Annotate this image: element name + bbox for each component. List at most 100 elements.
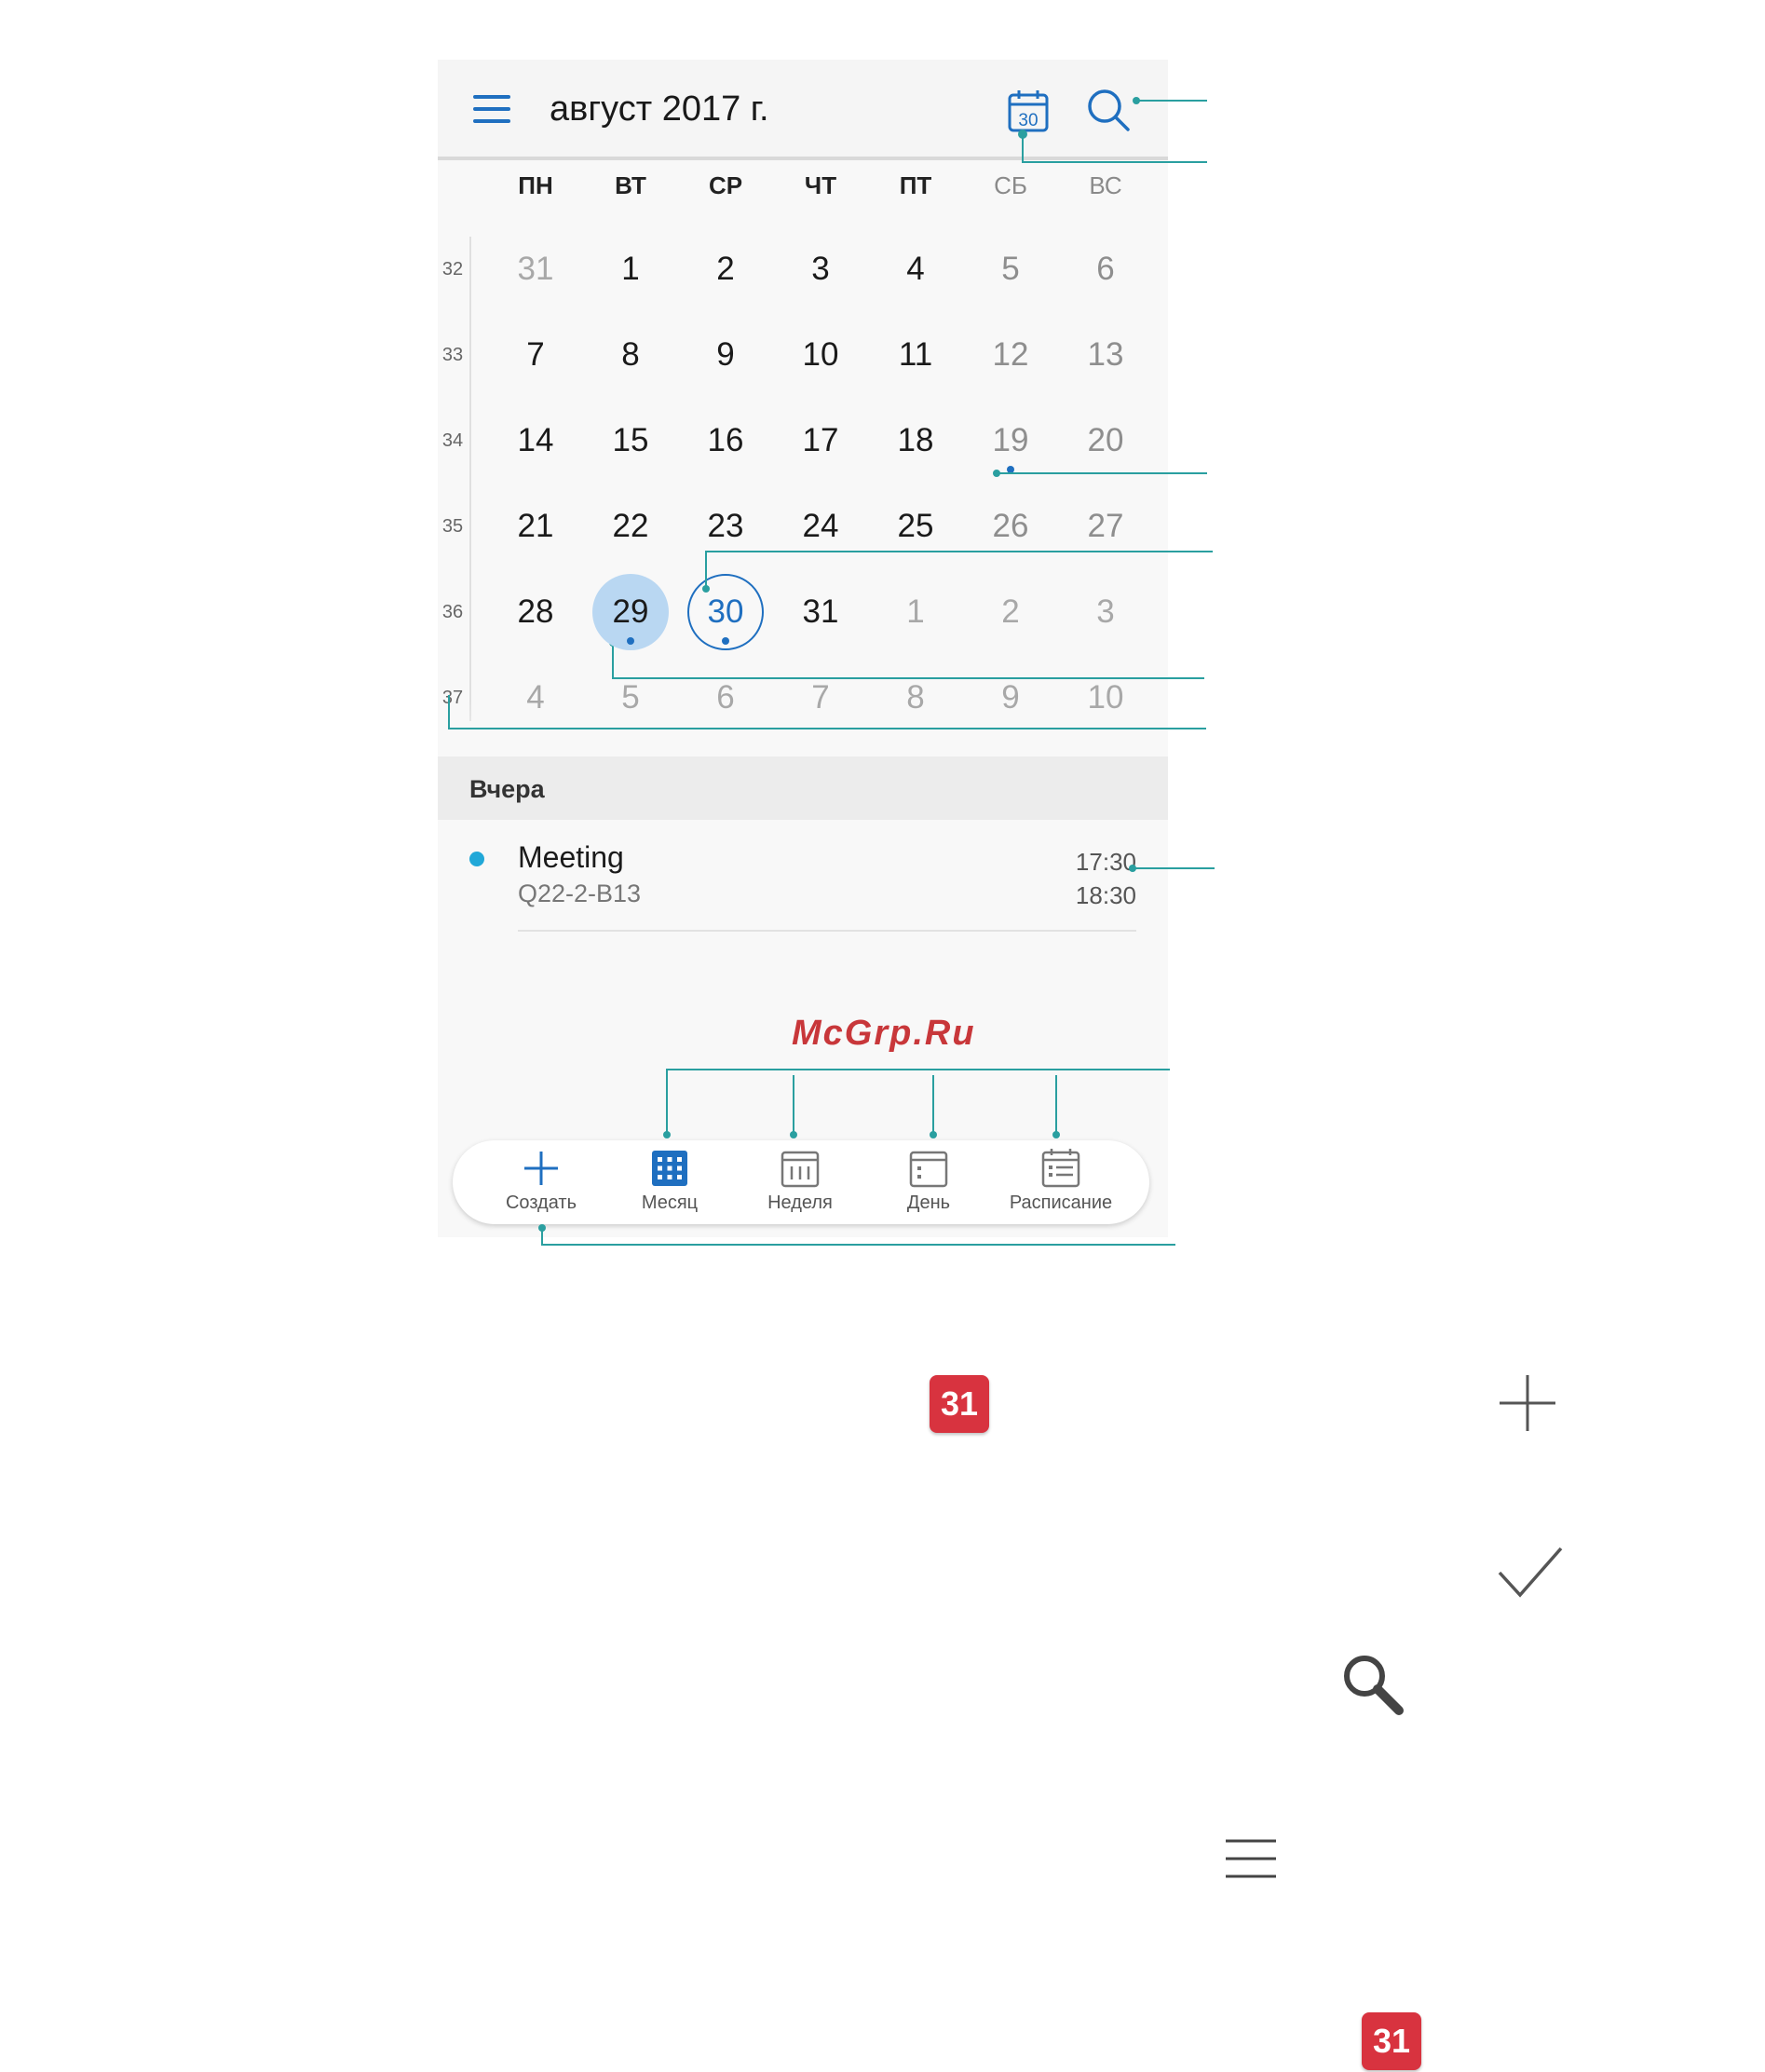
menu-icon[interactable] xyxy=(473,93,510,125)
calendar-day[interactable]: 5 xyxy=(589,656,672,740)
calendar-day[interactable]: 2 xyxy=(969,570,1052,654)
week-icon xyxy=(781,1151,820,1188)
calendar-day[interactable]: 12 xyxy=(969,313,1052,397)
day-number: 31 xyxy=(802,593,839,630)
week-number: 33 xyxy=(441,345,464,365)
event-start-time: 17:30 xyxy=(1075,848,1136,876)
calendar-day[interactable]: 25 xyxy=(874,484,957,568)
calendar-day[interactable]: 19 xyxy=(969,399,1052,483)
week-number: 37 xyxy=(441,688,464,708)
week-number: 36 xyxy=(441,602,464,622)
event-color-dot xyxy=(469,852,484,866)
calendar-day[interactable]: 10 xyxy=(1064,656,1147,740)
day-number: 18 xyxy=(897,422,934,458)
calendar-day[interactable]: 3 xyxy=(779,227,862,311)
day-number: 10 xyxy=(1087,679,1124,716)
day-icon xyxy=(909,1151,948,1188)
calendar-day[interactable]: 2 xyxy=(684,227,767,311)
calendar-day[interactable]: 7 xyxy=(494,313,577,397)
calendar-day[interactable]: 28 xyxy=(494,570,577,654)
calendar-day[interactable]: 13 xyxy=(1064,313,1147,397)
calendar-day[interactable]: 17 xyxy=(779,399,862,483)
calendar-day[interactable]: 9 xyxy=(684,313,767,397)
calendar-day[interactable]: 31 xyxy=(494,227,577,311)
calendar-day[interactable]: 4 xyxy=(494,656,577,740)
calendar-day[interactable]: 1 xyxy=(589,227,672,311)
day-number: 24 xyxy=(802,508,839,544)
calendar-day[interactable]: 22 xyxy=(589,484,672,568)
tab-label: Расписание xyxy=(1009,1193,1113,1213)
calendar-day[interactable]: 27 xyxy=(1064,484,1147,568)
calendar-day[interactable]: 8 xyxy=(589,313,672,397)
day-number: 6 xyxy=(716,679,735,716)
calendar-day[interactable]: 16 xyxy=(684,399,767,483)
calendar-day[interactable]: 11 xyxy=(874,313,957,397)
month-grid-icon xyxy=(652,1151,687,1186)
today-calendar-icon[interactable]: 30 xyxy=(1008,89,1049,132)
day-number: 19 xyxy=(992,422,1029,458)
day-number: 5 xyxy=(621,679,640,716)
tab-create[interactable]: Создать xyxy=(481,1148,602,1220)
tab-label: День xyxy=(906,1193,951,1213)
tab-day[interactable]: День xyxy=(868,1148,989,1220)
event-location: Q22-2-B13 xyxy=(518,879,642,907)
calendar-day[interactable]: 29 xyxy=(589,570,672,654)
section-label: Вчера xyxy=(469,775,545,803)
weekday-label: ВС xyxy=(1089,171,1122,199)
day-number: 20 xyxy=(1087,422,1124,458)
calendar-day[interactable]: 23 xyxy=(684,484,767,568)
calendar-app-icon: 31 xyxy=(930,1375,989,1433)
today-icon-number: 30 xyxy=(1018,111,1038,130)
schedule-list-icon xyxy=(1041,1149,1080,1188)
calendar-day[interactable]: 1 xyxy=(874,570,957,654)
calendar-day[interactable]: 3 xyxy=(1064,570,1147,654)
calendar-day[interactable]: 10 xyxy=(779,313,862,397)
event-item[interactable]: Meeting Q22-2-B13 17:30 18:30 xyxy=(438,820,1168,932)
day-number: 25 xyxy=(897,508,934,544)
tab-label: Месяц xyxy=(641,1193,699,1213)
calendar-day[interactable]: 4 xyxy=(874,227,957,311)
weekday-label: СБ xyxy=(994,171,1027,199)
calendar-day[interactable]: 7 xyxy=(779,656,862,740)
calendar-day[interactable]: 24 xyxy=(779,484,862,568)
calendar-day[interactable]: 26 xyxy=(969,484,1052,568)
calendar-day[interactable]: 18 xyxy=(874,399,957,483)
search-icon xyxy=(1344,1656,1404,1715)
weekday-label: ПТ xyxy=(899,171,932,199)
day-number: 2 xyxy=(1001,593,1020,630)
event-indicator-dot xyxy=(1007,466,1014,473)
plus-icon xyxy=(1500,1375,1555,1431)
day-number: 7 xyxy=(526,336,545,373)
day-number: 22 xyxy=(612,508,649,544)
tab-schedule[interactable]: Расписание xyxy=(1000,1148,1121,1220)
tab-month[interactable]: Месяц xyxy=(609,1148,730,1220)
calendar-day[interactable]: 5 xyxy=(969,227,1052,311)
watermark-text: McGrp.Ru xyxy=(792,1014,976,1053)
event-indicator-dot xyxy=(722,637,729,645)
day-number: 15 xyxy=(612,422,649,458)
calendar-day[interactable]: 30 xyxy=(684,570,767,654)
calendar-day[interactable]: 20 xyxy=(1064,399,1147,483)
event-title: Meeting xyxy=(518,840,624,874)
day-number: 12 xyxy=(992,336,1029,373)
calendar-day[interactable]: 6 xyxy=(1064,227,1147,311)
calendar-day[interactable]: 9 xyxy=(969,656,1052,740)
day-number: 9 xyxy=(1001,679,1020,716)
day-number: 9 xyxy=(716,336,735,373)
day-section-header: Вчера xyxy=(438,757,1168,820)
day-number: 4 xyxy=(526,679,545,716)
tab-week[interactable]: Неделя xyxy=(740,1148,861,1220)
calendar-day[interactable]: 31 xyxy=(779,570,862,654)
week-number: 35 xyxy=(441,516,464,537)
calendar-day[interactable]: 6 xyxy=(684,656,767,740)
calendar-day[interactable]: 8 xyxy=(874,656,957,740)
weekday-label: ПН xyxy=(518,171,553,199)
day-number: 1 xyxy=(906,593,925,630)
calendar-day[interactable]: 15 xyxy=(589,399,672,483)
week-number: 34 xyxy=(441,430,464,451)
calendar-day[interactable]: 14 xyxy=(494,399,577,483)
day-number: 13 xyxy=(1087,336,1124,373)
search-icon[interactable] xyxy=(1086,88,1131,132)
calendar-day[interactable]: 21 xyxy=(494,484,577,568)
day-number: 28 xyxy=(517,593,554,630)
